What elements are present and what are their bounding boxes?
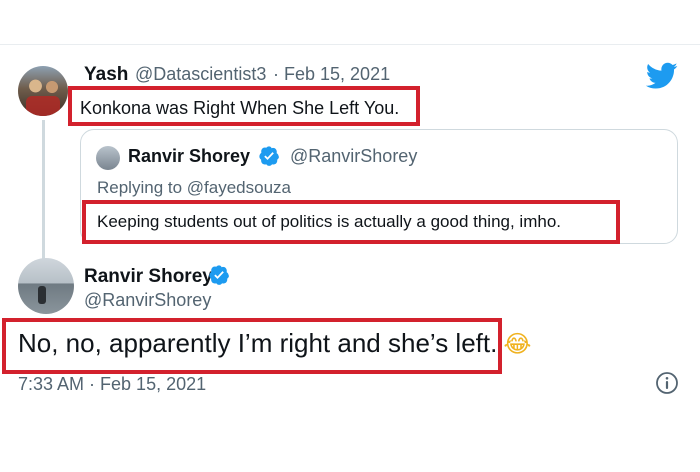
- reply-separator: ·: [273, 64, 279, 84]
- laughing-emoji-icon: 😂: [503, 330, 532, 358]
- verified-badge-icon: [259, 146, 279, 166]
- reply-author-handle[interactable]: @Datascientist3: [135, 64, 266, 85]
- reply-avatar[interactable]: [18, 66, 68, 116]
- main-avatar[interactable]: [18, 258, 74, 314]
- reply-author-name[interactable]: Yash: [84, 64, 128, 86]
- quoted-author-name[interactable]: Ranvir Shorey: [128, 146, 250, 167]
- highlight-box-quoted: [82, 200, 620, 244]
- thread-line: [42, 120, 45, 260]
- highlight-box-reply: [68, 86, 420, 126]
- replying-to-label[interactable]: Replying to @fayedsouza: [97, 178, 291, 198]
- twitter-bird-icon[interactable]: [646, 62, 678, 90]
- quoted-author-handle[interactable]: @RanvirShorey: [290, 146, 417, 167]
- card-divider: [0, 44, 700, 45]
- main-author-name[interactable]: Ranvir Shorey: [84, 266, 213, 288]
- verified-badge-icon: [209, 265, 229, 285]
- tweet-timestamp[interactable]: 7:33 AM · Feb 15, 2021: [18, 374, 206, 395]
- info-icon[interactable]: [655, 371, 679, 395]
- highlight-box-main: [2, 318, 502, 374]
- main-author-handle[interactable]: @RanvirShorey: [84, 290, 211, 311]
- quoted-avatar[interactable]: [96, 146, 120, 170]
- reply-date[interactable]: Feb 15, 2021: [284, 64, 390, 85]
